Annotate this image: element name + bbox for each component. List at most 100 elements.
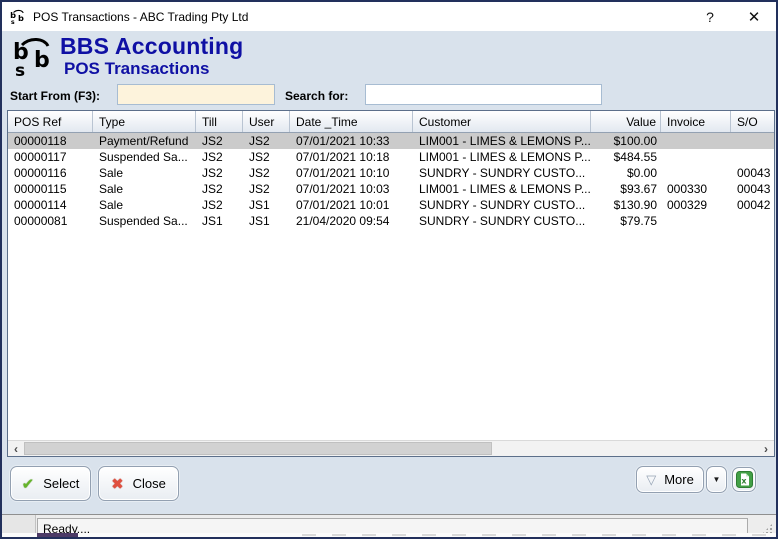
- cross-icon: ✖: [111, 475, 124, 493]
- cell-value: $93.67: [591, 181, 661, 197]
- column-header-s-o[interactable]: S/O: [731, 111, 776, 132]
- cell-customer: LIM001 - LIMES & LEMONS P...: [413, 133, 591, 149]
- cell-pos-ref: 00000116: [8, 165, 93, 181]
- start-from-input[interactable]: [117, 84, 275, 105]
- column-header-pos-ref[interactable]: POS Ref: [8, 111, 93, 132]
- background-fragment: [37, 533, 78, 537]
- more-button-label: More: [664, 472, 694, 487]
- svg-text:b: b: [34, 48, 50, 73]
- cell-value: $484.55: [591, 149, 661, 165]
- window-bottom-sliver: [2, 533, 776, 537]
- cell-pos-ref: 00000115: [8, 181, 93, 197]
- cell-type: Sale: [93, 165, 196, 181]
- horizontal-scrollbar[interactable]: ‹ ›: [8, 440, 774, 456]
- cell-value: $130.90: [591, 197, 661, 213]
- cell-value: $100.00: [591, 133, 661, 149]
- check-icon: ✔: [22, 475, 35, 493]
- cell-user: JS2: [243, 133, 290, 149]
- svg-text:s: s: [15, 61, 25, 78]
- cell-customer: LIM001 - LIMES & LEMONS P...: [413, 181, 591, 197]
- cell-till: JS2: [196, 181, 243, 197]
- cell-type: Sale: [93, 197, 196, 213]
- column-header-value[interactable]: Value: [591, 111, 661, 132]
- cell-customer: SUNDRY - SUNDRY CUSTO...: [413, 165, 591, 181]
- background-fragment-marks: [302, 534, 766, 536]
- more-dropdown-button[interactable]: ▼: [706, 466, 727, 493]
- table-row[interactable]: 00000081Suspended Sa...JS1JS121/04/2020 …: [8, 213, 774, 229]
- cell-till: JS2: [196, 197, 243, 213]
- column-header-date-time[interactable]: Date _Time: [290, 111, 413, 132]
- cell-pos-ref: 00000118: [8, 133, 93, 149]
- cell-invoice: 000330: [661, 181, 731, 197]
- help-button[interactable]: ?: [688, 2, 732, 31]
- cell-till: JS2: [196, 149, 243, 165]
- cell-pos-ref: 00000081: [8, 213, 93, 229]
- cell-customer: SUNDRY - SUNDRY CUSTO...: [413, 197, 591, 213]
- title-bar: b b s POS Transactions - ABC Trading Pty…: [2, 2, 776, 31]
- column-header-till[interactable]: Till: [196, 111, 243, 132]
- cell-user: JS2: [243, 149, 290, 165]
- search-for-label: Search for:: [285, 89, 348, 103]
- cell-value: $0.00: [591, 165, 661, 181]
- cell-till: JS2: [196, 133, 243, 149]
- close-button-label: Close: [133, 476, 166, 491]
- cell-value: $79.75: [591, 213, 661, 229]
- cell-customer: SUNDRY - SUNDRY CUSTO...: [413, 213, 591, 229]
- column-header-invoice[interactable]: Invoice: [661, 111, 731, 132]
- close-window-button[interactable]: ✕: [732, 2, 776, 31]
- cell-user: JS2: [243, 181, 290, 197]
- excel-icon: x: [736, 471, 753, 488]
- select-button-label: Select: [43, 476, 79, 491]
- cell-date-time: 07/01/2021 10:33: [290, 133, 413, 149]
- table-row[interactable]: 00000118Payment/RefundJS2JS207/01/2021 1…: [8, 133, 774, 149]
- cell-date-time: 07/01/2021 10:03: [290, 181, 413, 197]
- table-row[interactable]: 00000117Suspended Sa...JS2JS207/01/2021 …: [8, 149, 774, 165]
- cell-till: JS2: [196, 165, 243, 181]
- more-button[interactable]: ▽ More: [636, 466, 704, 493]
- app-icon: b b s: [9, 8, 27, 26]
- close-button[interactable]: ✖ Close: [98, 466, 179, 501]
- column-header-user[interactable]: User: [243, 111, 290, 132]
- cell-type: Sale: [93, 181, 196, 197]
- bbs-logo-icon: b b s: [10, 36, 58, 78]
- cell-s-o: 00042: [731, 197, 774, 213]
- export-excel-button[interactable]: x: [732, 467, 756, 492]
- start-from-label: Start From (F3):: [10, 89, 100, 103]
- pos-transactions-window: b b s POS Transactions - ABC Trading Pty…: [0, 0, 778, 539]
- svg-text:b: b: [18, 12, 24, 22]
- search-for-input[interactable]: [365, 84, 602, 105]
- cell-date-time: 07/01/2021 10:01: [290, 197, 413, 213]
- cell-date-time: 07/01/2021 10:10: [290, 165, 413, 181]
- cell-pos-ref: 00000117: [8, 149, 93, 165]
- cell-type: Suspended Sa...: [93, 213, 196, 229]
- table-body: 00000118Payment/RefundJS2JS207/01/2021 1…: [8, 133, 774, 440]
- column-header-customer[interactable]: Customer: [413, 111, 591, 132]
- cell-type: Suspended Sa...: [93, 149, 196, 165]
- scroll-right-arrow[interactable]: ›: [758, 441, 774, 456]
- transactions-table: POS RefTypeTillUserDate _TimeCustomerVal…: [7, 110, 775, 457]
- scroll-left-arrow[interactable]: ‹: [8, 441, 24, 456]
- select-button[interactable]: ✔ Select: [10, 466, 91, 501]
- cell-pos-ref: 00000114: [8, 197, 93, 213]
- cell-invoice: 000329: [661, 197, 731, 213]
- cell-date-time: 07/01/2021 10:18: [290, 149, 413, 165]
- brand-title: BBS Accounting: [60, 33, 243, 60]
- triangle-down-outline-icon: ▽: [646, 473, 656, 486]
- svg-text:s: s: [11, 18, 15, 26]
- page-title: POS Transactions: [64, 59, 210, 79]
- cell-till: JS1: [196, 213, 243, 229]
- cell-user: JS1: [243, 197, 290, 213]
- cell-date-time: 21/04/2020 09:54: [290, 213, 413, 229]
- table-row[interactable]: 00000114SaleJS2JS107/01/2021 10:01SUNDRY…: [8, 197, 774, 213]
- table-row[interactable]: 00000116SaleJS2JS207/01/2021 10:10SUNDRY…: [8, 165, 774, 181]
- cell-type: Payment/Refund: [93, 133, 196, 149]
- cell-customer: LIM001 - LIMES & LEMONS P...: [413, 149, 591, 165]
- cell-user: JS2: [243, 165, 290, 181]
- cell-user: JS1: [243, 213, 290, 229]
- cell-s-o: 00043: [731, 165, 774, 181]
- scrollbar-thumb[interactable]: [24, 442, 492, 455]
- table-row[interactable]: 00000115SaleJS2JS207/01/2021 10:03LIM001…: [8, 181, 774, 197]
- window-title: POS Transactions - ABC Trading Pty Ltd: [33, 10, 248, 24]
- table-header-row: POS RefTypeTillUserDate _TimeCustomerVal…: [8, 111, 774, 133]
- column-header-type[interactable]: Type: [93, 111, 196, 132]
